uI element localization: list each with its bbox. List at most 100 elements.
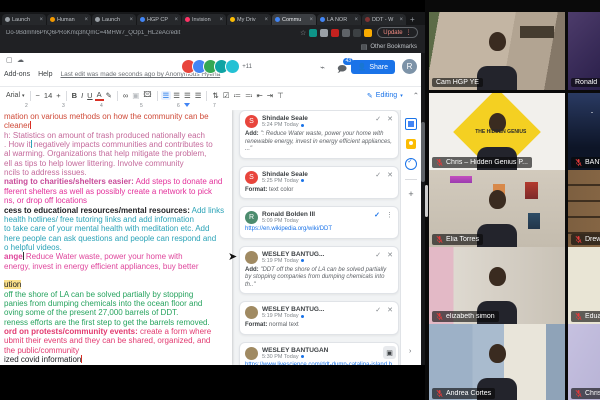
address-bar[interactable]: Do-9BdmhI6PhQ6PRoKmq3hQmC=4MHW7_QOp1_HL2… [6,30,296,36]
document-line[interactable]: oving some of the present 27,000 barrels… [4,308,230,317]
participant-tile[interactable]: Andrea Cortes [429,324,565,400]
participant-tile[interactable]: elizabeth simon [429,247,565,325]
document-line[interactable]: cess to educational resources/mental res… [4,206,230,215]
participant-tile[interactable]: Drew [568,170,600,248]
comment-card[interactable]: RRonald Bolden III5:09 PM Today✓⋮https:/… [239,206,399,239]
tasks-icon[interactable] [405,158,417,170]
font-size-increase-button[interactable]: + [54,91,62,100]
tab-close-icon[interactable]: × [39,17,43,23]
dismiss-x-icon[interactable]: ✕ [387,115,393,123]
bold-button[interactable]: B [70,91,79,100]
browser-tab[interactable]: HGP CP× [137,14,181,25]
resolve-check-icon[interactable]: ✓ [375,306,381,314]
resolve-check-icon[interactable]: ✓ [375,251,381,259]
document-line[interactable]: reness efforts are the first step to get… [4,318,230,327]
chevron-right-icon[interactable]: › [409,348,411,355]
puzzle-extension-icon[interactable] [353,29,361,37]
clear-formatting-button[interactable]: ⊤ [275,91,286,100]
document-line[interactable]: energy, invest in energy efficient appli… [4,262,230,271]
dismiss-x-icon[interactable]: ✕ [387,171,393,179]
browser-tab[interactable]: Invision× [182,14,226,25]
font-size-decrease-button[interactable]: − [34,91,42,100]
explore-button[interactable]: ▣ [383,346,396,359]
document-line[interactable]: cleaner [4,121,230,130]
insert-comment-button[interactable]: ▣ [130,91,141,100]
comment-card[interactable]: WESLEY BANTUG...5:19 PM Today✓✕Add: "DDT… [239,246,399,295]
more-options-icon[interactable]: ⋮ [386,211,393,219]
resolve-check-icon[interactable]: ✓ [375,171,381,179]
participant-tile[interactable]: Ronald [568,12,600,90]
document-line[interactable]: to take care of your mental health with … [4,224,230,233]
document-line[interactable]: ubmit their events and they can be share… [4,336,230,345]
keep-icon[interactable] [406,139,416,149]
insert-link-button[interactable]: ∞ [121,91,130,100]
tab-close-icon[interactable]: × [354,17,358,23]
document-line[interactable]: ns, or drop off locations [4,196,230,205]
insert-image-button[interactable]: 🖾 [141,89,153,102]
menu-help[interactable]: Help [38,71,52,78]
other-bookmarks-button[interactable]: ▤ Other Bookmarks [361,43,417,51]
share-button[interactable]: 👤 Share [351,60,395,74]
kebab-menu-icon[interactable]: ⋮ [406,29,412,36]
document-line[interactable]: h: Statistics on amount of trash produce… [4,131,230,140]
account-avatar[interactable]: R [402,59,417,74]
document-line[interactable]: mation on various methods on how the com… [4,112,230,121]
font-dropdown-icon[interactable]: ▾ [20,93,27,99]
browser-tab[interactable]: My Driv× [227,14,271,25]
move-folder-icon[interactable]: ▢ [6,56,13,64]
zoom-scrollbar-thumb[interactable] [425,185,428,217]
participant-tile[interactable]: Elia Torres [429,170,565,248]
tab-close-icon[interactable]: × [399,17,403,23]
document-line[interactable]: o helpful videos. [4,243,230,252]
participant-tile[interactable]: THE HIDDEN GENIUSChris – Hidden Genius P… [429,93,565,171]
tab-close-icon[interactable]: × [219,17,223,23]
collaborator-overflow[interactable]: +11 [242,64,252,70]
justify-button[interactable]: ☰ [193,91,204,100]
browser-tab[interactable]: Human× [47,14,91,25]
calendar-icon[interactable] [405,118,417,130]
comment-card[interactable]: SShindale Seale5:24 PM Today✓✕Add: ": Re… [239,110,399,159]
document-line[interactable]: ord on protests/community events: create… [4,327,230,336]
ruler-margin-marker[interactable] [184,103,190,107]
browser-tab[interactable]: DDT - W× [362,14,406,25]
collapse-toolbar-icon[interactable]: ⌃ [413,91,419,100]
document-line[interactable]: ution [4,280,230,289]
document-line[interactable]: ized covid information [4,355,230,364]
numbered-list-button[interactable]: ≕ [243,91,255,100]
tab-close-icon[interactable]: × [174,17,178,23]
text-color-button[interactable]: A [95,90,104,101]
participant-tile[interactable]: Cam HGP YE [429,12,565,90]
participant-tile[interactable]: BANTU [568,93,600,171]
activity-chart-icon[interactable]: ⌁ [320,63,325,72]
document-line[interactable]: panies from dumping chemicals into the o… [4,299,230,308]
document-line[interactable]: ange Reduce Water waste, power your home… [4,252,230,261]
participant-tile[interactable]: Eduar [568,247,600,325]
comment-card[interactable]: SShindale Seale5:25 PM Today✓✕Format: te… [239,166,399,200]
browser-tab[interactable]: Launch× [2,14,46,25]
lightbulb-extension-icon[interactable] [320,29,328,37]
document-line[interactable]: health hotlines/ free tutoring links and… [4,215,230,224]
indent-decrease-button[interactable]: ⇤ [255,91,265,100]
underline-button[interactable]: U [85,91,94,100]
font-family-select[interactable]: Arial [6,92,20,99]
add-addon-button[interactable]: + [408,189,413,199]
red-tb-extension-icon[interactable] [331,29,339,37]
document-line[interactable]: al warming. Organizations that help miti… [4,149,230,158]
new-tab-button[interactable]: + [410,14,415,25]
document-line[interactable]: nating to charities/shelters easier: Add… [4,177,230,186]
align-left-button[interactable]: ☰ [161,91,172,100]
browser-tab[interactable]: Commu× [272,14,316,25]
editing-mode-dropdown[interactable]: ✎ Editing ▾ [367,92,403,100]
font-size-value[interactable]: 14 [42,91,54,100]
document-page[interactable]: mation on various methods on how the com… [0,110,232,365]
checklist-button[interactable]: ☑ [221,91,232,100]
browser-tab[interactable]: Launch× [92,14,136,25]
comment-link[interactable]: https://www.livescience.com/ddt-dump-cat… [245,362,393,366]
line-spacing-button[interactable]: ⇅ [210,91,220,100]
tab-close-icon[interactable]: × [129,17,133,23]
bullet-list-button[interactable]: ≔ [232,91,244,100]
highlight-color-button[interactable]: ✎ [104,91,114,100]
menu-addons[interactable]: Add-ons [4,71,30,78]
align-center-button[interactable]: ☰ [171,91,182,100]
comment-link[interactable]: https://en.wikipedia.org/wiki/DDT [245,226,393,234]
